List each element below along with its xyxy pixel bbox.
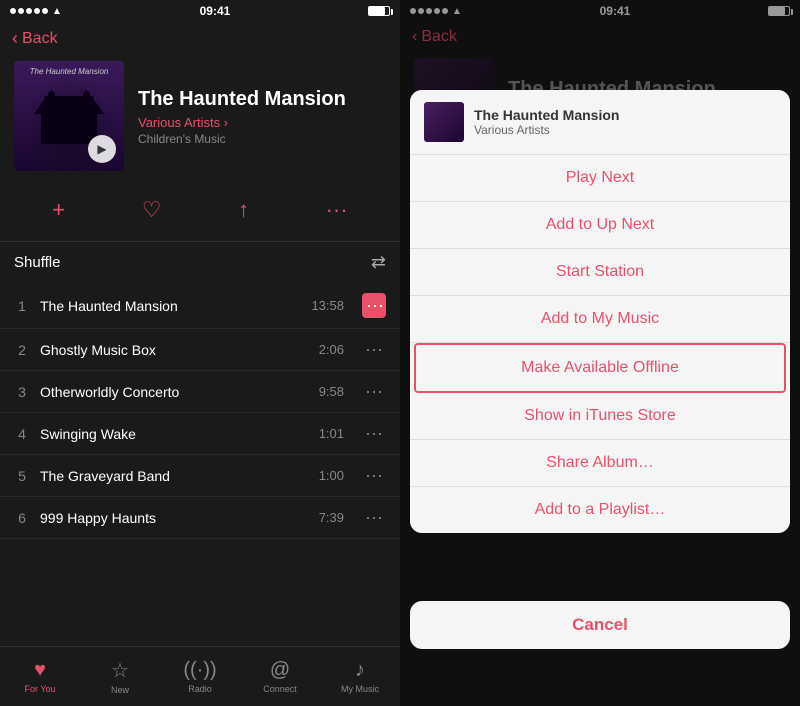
track-more-button[interactable]: ···: [362, 381, 386, 402]
status-left: ▲: [10, 6, 62, 17]
track-item[interactable]: 5 The Graveyard Band 1:00 ···: [0, 455, 400, 497]
track-duration: 13:58: [311, 298, 344, 313]
album-info: The Haunted Mansion Various Artists › Ch…: [138, 87, 386, 146]
context-menu-items: Play NextAdd to Up NextStart StationAdd …: [410, 155, 790, 533]
battery-icon-left: [368, 6, 390, 16]
track-name: The Haunted Mansion: [40, 298, 301, 314]
context-menu-item[interactable]: Share Album…: [410, 440, 790, 487]
context-menu: The Haunted Mansion Various Artists Play…: [410, 90, 790, 533]
track-item[interactable]: 3 Otherworldly Concerto 9:58 ···: [0, 371, 400, 413]
context-overlay: The Haunted Mansion Various Artists Play…: [400, 0, 800, 706]
nav-item-connect[interactable]: @ Connect: [240, 647, 320, 706]
track-item[interactable]: 2 Ghostly Music Box 2:06 ···: [0, 329, 400, 371]
status-bar-left: ▲ 09:41: [0, 0, 400, 22]
action-buttons: + ♡ ↑ ···: [0, 185, 400, 241]
context-menu-item[interactable]: Add to Up Next: [410, 202, 790, 249]
album-title: The Haunted Mansion: [138, 87, 386, 111]
back-label-left: Back: [22, 30, 58, 48]
signal-dot-4: [34, 8, 40, 14]
track-item[interactable]: 1 The Haunted Mansion 13:58 ···: [0, 283, 400, 329]
mansion-silhouette: [34, 84, 104, 144]
status-right-left: [368, 6, 390, 16]
context-menu-item[interactable]: Make Available Offline: [414, 343, 786, 393]
track-item[interactable]: 6 999 Happy Haunts 7:39 ···: [0, 497, 400, 539]
track-more-button[interactable]: ···: [362, 465, 386, 486]
right-panel: ▲ 09:41 ‹ Back The Haunted Mansion Vario…: [400, 0, 800, 706]
nav-item-for-you[interactable]: ♥ For You: [0, 647, 80, 706]
context-menu-item[interactable]: Play Next: [410, 155, 790, 202]
nav-icon: ♥: [34, 659, 46, 682]
left-panel: ▲ 09:41 ‹ Back The Haunted Mansion ▶ The…: [0, 0, 400, 706]
context-menu-item[interactable]: Add to a Playlist…: [410, 487, 790, 533]
track-duration: 1:01: [319, 426, 344, 441]
nav-item-my-music[interactable]: ♪ My Music: [320, 647, 400, 706]
context-menu-item[interactable]: Add to My Music: [410, 296, 790, 343]
track-duration: 9:58: [319, 384, 344, 399]
track-name: 999 Happy Haunts: [40, 510, 309, 526]
album-header-left: The Haunted Mansion ▶ The Haunted Mansio…: [0, 55, 400, 185]
battery-fill: [369, 7, 385, 15]
love-button[interactable]: ♡: [132, 193, 172, 227]
track-more-button[interactable]: ···: [362, 507, 386, 528]
context-album-artist: Various Artists: [474, 123, 619, 137]
share-button[interactable]: ↑: [228, 193, 259, 227]
play-button[interactable]: ▶: [88, 135, 116, 163]
track-more-button[interactable]: ···: [362, 423, 386, 444]
cancel-button[interactable]: Cancel: [410, 601, 790, 649]
track-more-button[interactable]: ···: [362, 339, 386, 360]
nav-item-new[interactable]: ☆ New: [80, 647, 160, 706]
shuffle-label: Shuffle: [14, 254, 60, 271]
nav-label: Radio: [188, 684, 212, 694]
track-duration: 2:06: [319, 342, 344, 357]
nav-label: Connect: [263, 684, 297, 694]
signal-dot-1: [10, 8, 16, 14]
signal-dots: [10, 8, 48, 14]
track-duration: 7:39: [319, 510, 344, 525]
track-number: 6: [14, 510, 30, 526]
bottom-nav-left: ♥ For You ☆ New ((·)) Radio @ Connect ♪ …: [0, 646, 400, 706]
context-album-art: [424, 102, 464, 142]
nav-label: For You: [24, 684, 55, 694]
signal-dot-3: [26, 8, 32, 14]
more-button[interactable]: ···: [316, 193, 358, 227]
track-more-button[interactable]: ···: [362, 293, 386, 318]
album-genre: Children's Music: [138, 132, 386, 146]
nav-label: My Music: [341, 684, 379, 694]
nav-icon: @: [270, 659, 290, 682]
back-button-left[interactable]: ‹ Back: [0, 22, 400, 55]
track-duration: 1:00: [319, 468, 344, 483]
add-button[interactable]: +: [42, 193, 75, 227]
wifi-icon: ▲: [52, 6, 62, 17]
track-name: The Graveyard Band: [40, 468, 309, 484]
album-art-title: The Haunted Mansion: [14, 67, 124, 76]
signal-dot-2: [18, 8, 24, 14]
track-number: 3: [14, 384, 30, 400]
context-album-title: The Haunted Mansion: [474, 107, 619, 123]
nav-item-radio[interactable]: ((·)) Radio: [160, 647, 240, 706]
signal-dot-5: [42, 8, 48, 14]
track-number: 1: [14, 298, 30, 314]
shuffle-row[interactable]: Shuffle ⇄: [0, 241, 400, 283]
status-time-left: 09:41: [200, 4, 231, 18]
context-menu-item[interactable]: Show in iTunes Store: [410, 393, 790, 440]
context-menu-item[interactable]: Start Station: [410, 249, 790, 296]
track-item[interactable]: 4 Swinging Wake 1:01 ···: [0, 413, 400, 455]
track-name: Swinging Wake: [40, 426, 309, 442]
track-name: Ghostly Music Box: [40, 342, 309, 358]
back-chevron-icon: ‹: [12, 28, 18, 49]
track-number: 5: [14, 468, 30, 484]
context-album-info: The Haunted Mansion Various Artists: [474, 107, 619, 137]
album-art-large: The Haunted Mansion ▶: [14, 61, 124, 171]
context-menu-header: The Haunted Mansion Various Artists: [410, 90, 790, 155]
track-number: 2: [14, 342, 30, 358]
track-name: Otherworldly Concerto: [40, 384, 309, 400]
track-number: 4: [14, 426, 30, 442]
track-list: 1 The Haunted Mansion 13:58 ··· 2 Ghostl…: [0, 283, 400, 646]
nav-icon: ☆: [111, 658, 129, 683]
shuffle-icon: ⇄: [371, 252, 386, 273]
nav-icon: ♪: [355, 659, 365, 682]
album-artist[interactable]: Various Artists ›: [138, 115, 386, 130]
nav-label: New: [111, 685, 129, 695]
nav-icon: ((·)): [183, 659, 216, 682]
